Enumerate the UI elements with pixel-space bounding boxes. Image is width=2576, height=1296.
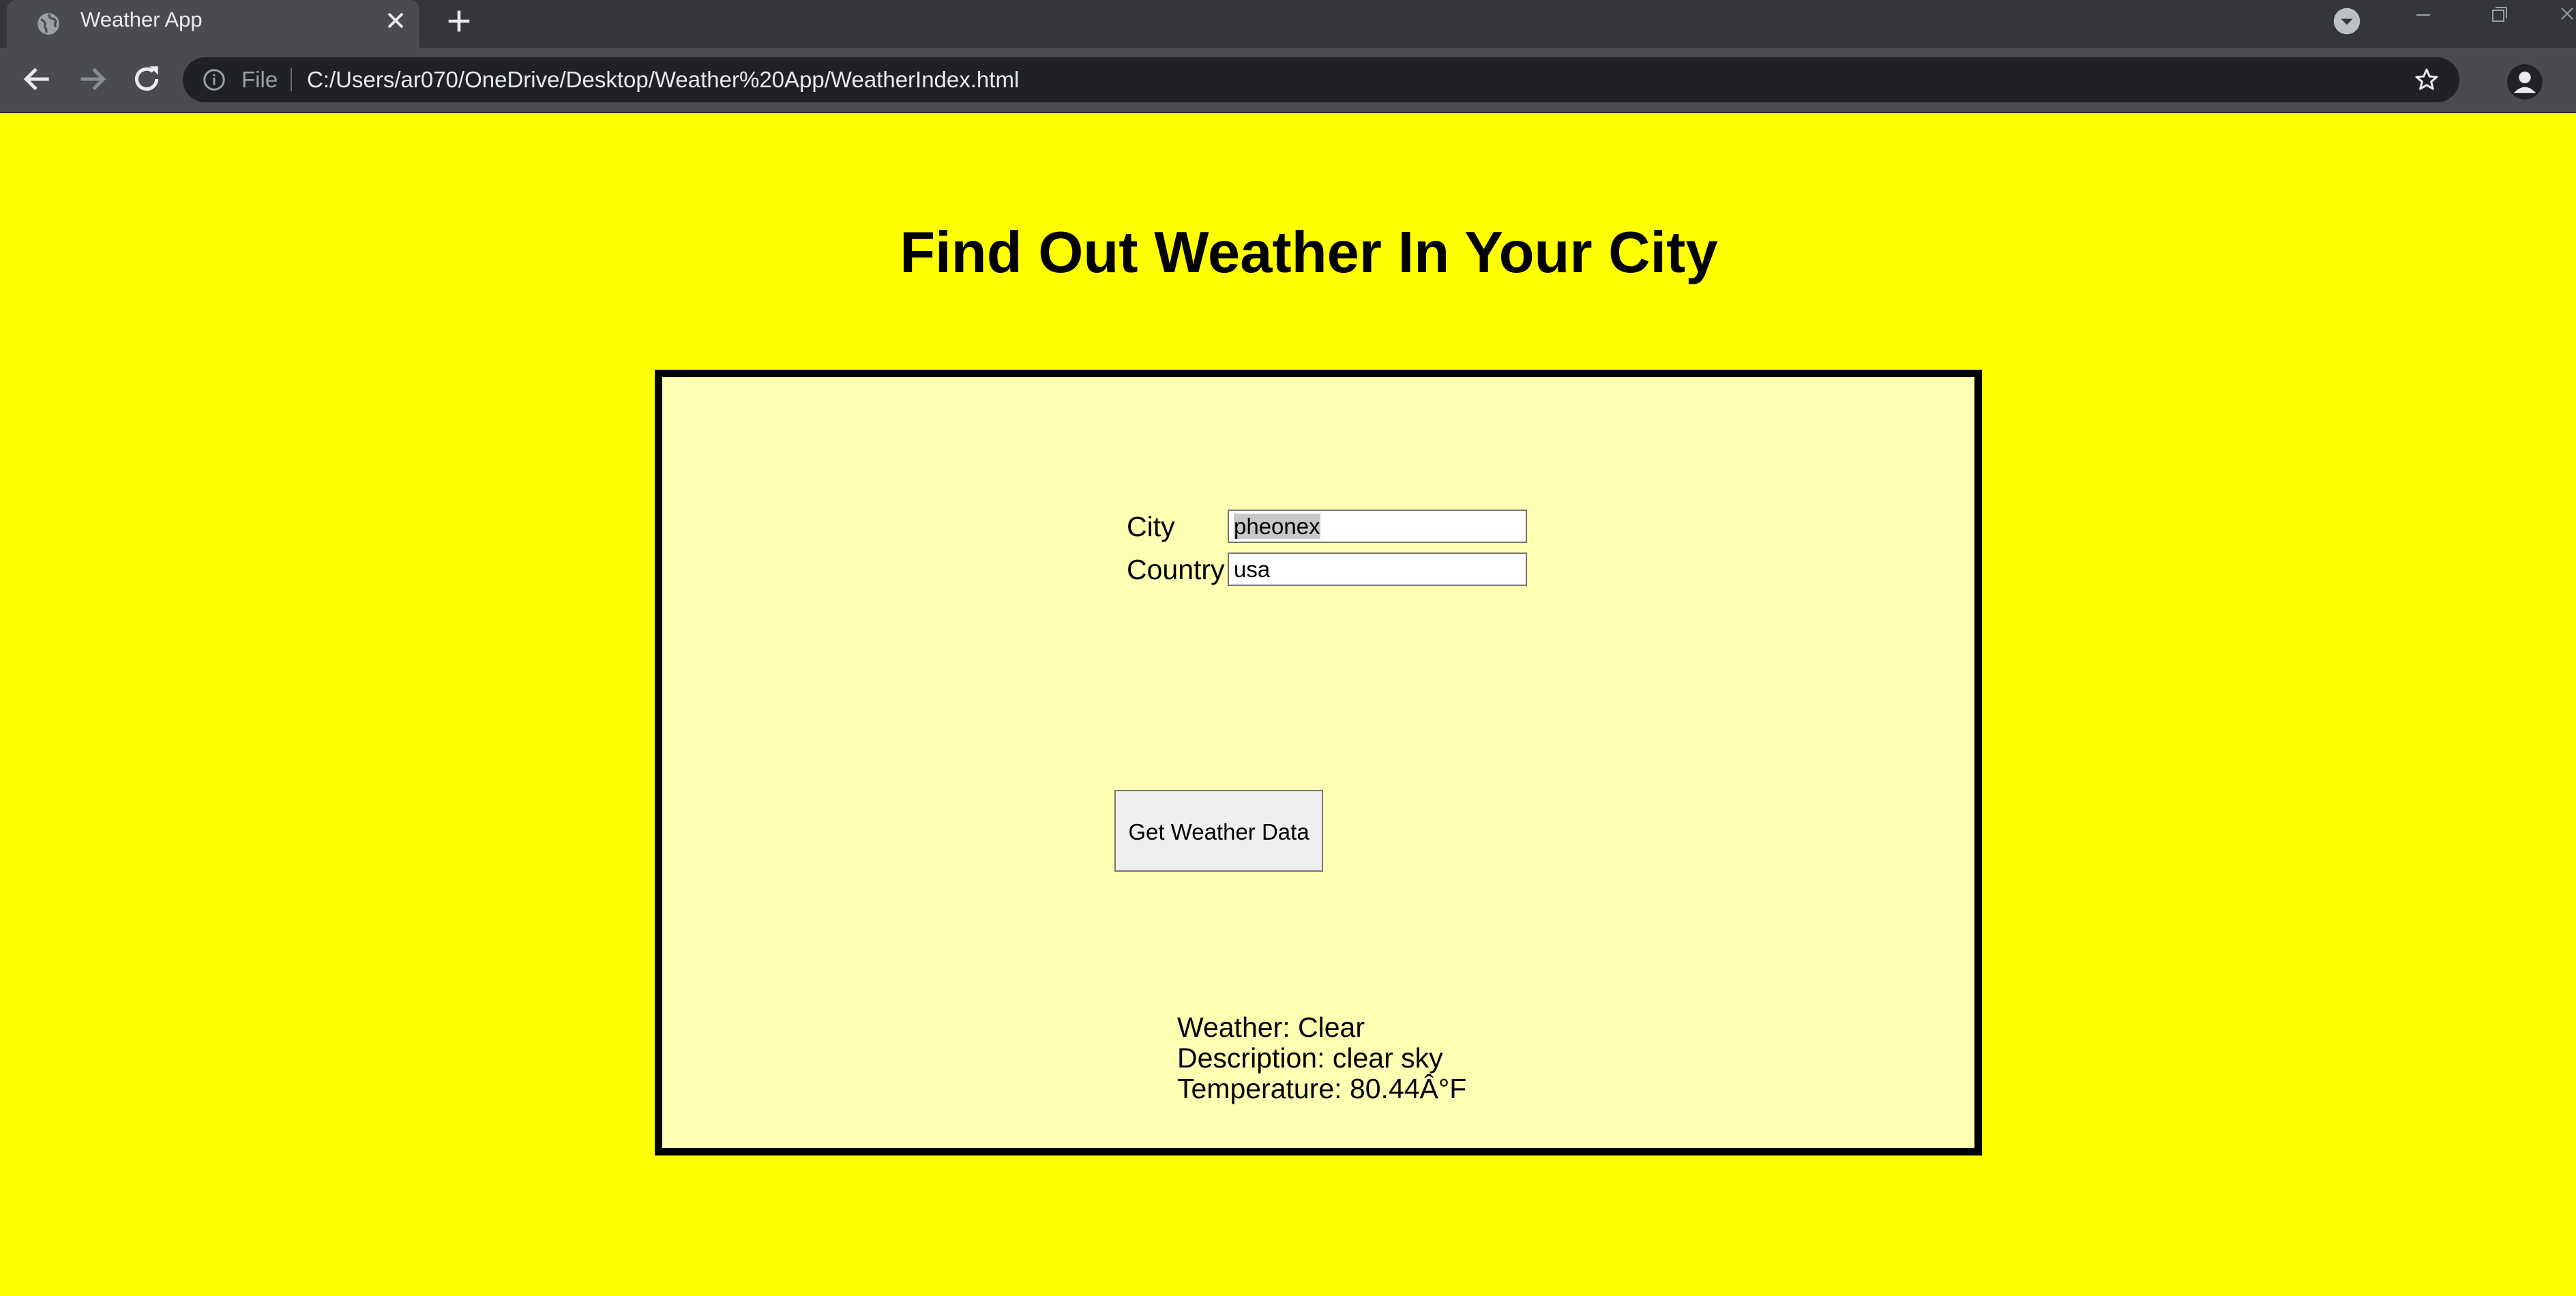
close-window-icon[interactable] [2536,0,2576,34]
city-input[interactable]: pheonex [1228,510,1527,543]
city-input-value: pheonex [1234,514,1320,539]
country-input-value: usa [1234,557,1271,582]
country-input[interactable]: usa [1228,553,1527,586]
tab-strip: Weather App [0,0,2576,48]
minimize-icon[interactable] [2386,0,2461,34]
forward-icon[interactable] [75,62,109,96]
temperature-result: Temperature: 80.44Â°F [1177,1073,1467,1104]
back-icon[interactable] [20,62,55,96]
profile-avatar[interactable] [2507,64,2543,100]
url-text[interactable]: C:/Users/ar070/OneDrive/Desktop/Weather%… [307,57,1019,102]
tab-title: Weather App [80,8,203,31]
country-label: Country [1127,554,1225,585]
description-result: Description: clear sky [1177,1042,1443,1074]
person-icon [2507,64,2543,100]
address-bar[interactable]: File C:/Users/ar070/OneDrive/Desktop/Wea… [183,57,2459,102]
info-icon[interactable] [202,68,226,92]
weather-panel: City pheonex Country usa Get Weather Dat… [655,370,1982,1155]
chevron-down-icon[interactable] [2333,7,2361,35]
globe-icon [38,13,59,35]
reload-icon[interactable] [130,62,164,96]
browser-tab[interactable]: Weather App [7,0,419,48]
omnibox-divider [291,68,292,91]
get-weather-button[interactable]: Get Weather Data [1114,790,1323,872]
page-content: Find Out Weather In Your City City pheon… [0,113,2576,1296]
browser-toolbar: File C:/Users/ar070/OneDrive/Desktop/Wea… [0,48,2576,113]
plus-icon[interactable] [443,5,475,37]
close-icon[interactable] [382,7,409,34]
scheme-label: File [241,67,278,92]
restore-icon[interactable] [2461,0,2536,34]
weather-result: Weather: Clear [1177,1012,1365,1043]
page-title: Find Out Weather In Your City [900,220,1718,285]
star-icon[interactable] [2413,66,2440,93]
city-label: City [1127,511,1175,542]
